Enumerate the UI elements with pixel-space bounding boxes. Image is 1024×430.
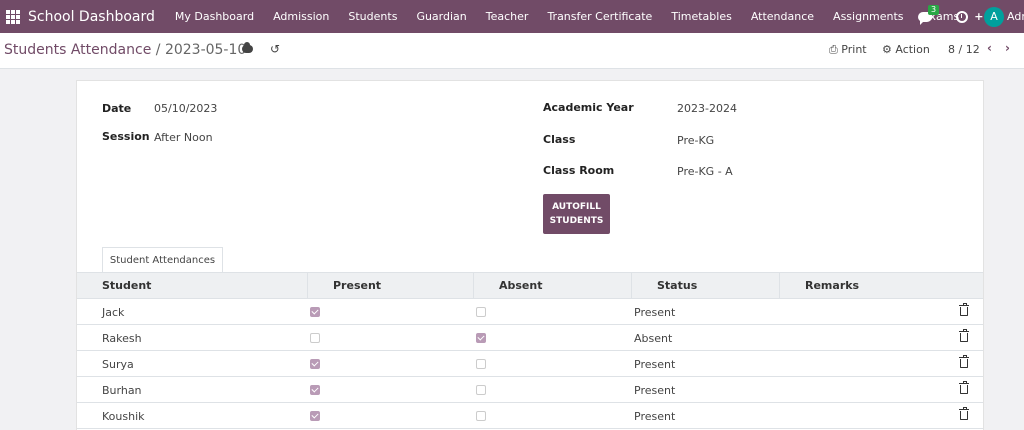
student-name-cell: Rakesh	[102, 332, 142, 345]
column-header-status[interactable]: Status	[632, 273, 780, 298]
class-label: Class	[543, 133, 576, 146]
table-row[interactable]: Koushik Present	[77, 403, 983, 429]
navbar-systray: 3 A Adm	[918, 0, 1024, 33]
apps-menu-icon[interactable]	[6, 9, 20, 24]
table-row[interactable]: Jack Present	[77, 299, 983, 325]
pager-previous-icon[interactable]: ‹	[987, 41, 992, 55]
absent-checkbox[interactable]	[476, 333, 486, 343]
menu-item-teacher[interactable]: Teacher	[486, 10, 529, 23]
class-room-field[interactable]: Pre-KG - A	[677, 165, 733, 178]
menu-item-guardian[interactable]: Guardian	[416, 10, 466, 23]
student-name-cell: Jack	[102, 306, 125, 319]
absent-checkbox[interactable]	[476, 307, 486, 317]
student-name-cell: Surya	[102, 358, 134, 371]
discard-undo-icon[interactable]: ↺	[270, 42, 280, 56]
absent-checkbox[interactable]	[476, 385, 486, 395]
top-navbar: School Dashboard My Dashboard Admission …	[0, 0, 1024, 33]
delete-row-trash-icon[interactable]	[959, 303, 969, 316]
print-label: Print	[841, 43, 867, 56]
save-cloud-icon[interactable]	[242, 42, 253, 53]
academic-year-label: Academic Year	[543, 101, 634, 114]
session-label: Session	[102, 130, 150, 143]
delete-row-trash-icon[interactable]	[959, 355, 969, 368]
table-row[interactable]: Burhan Present	[77, 377, 983, 403]
date-label: Date	[102, 102, 132, 115]
delete-row-trash-icon[interactable]	[959, 381, 969, 394]
status-cell: Present	[634, 384, 676, 397]
table-row[interactable]: Rakesh Absent	[77, 325, 983, 351]
column-header-student[interactable]: Student	[77, 273, 308, 298]
delete-row-trash-icon[interactable]	[959, 329, 969, 342]
class-field[interactable]: Pre-KG	[677, 134, 714, 147]
form-sheet: Date 05/10/2023 Session After Noon Acade…	[76, 80, 984, 430]
column-header-present[interactable]: Present	[308, 273, 474, 298]
student-name-cell: Burhan	[102, 384, 142, 397]
student-name-cell: Koushik	[102, 410, 145, 423]
status-cell: Present	[634, 358, 676, 371]
date-field[interactable]: 05/10/2023	[154, 102, 217, 115]
menu-item-timetables[interactable]: Timetables	[671, 10, 732, 23]
chat-count-badge: 3	[928, 4, 940, 15]
menu-item-attendance[interactable]: Attendance	[751, 10, 814, 23]
clock-icon[interactable]	[956, 10, 968, 23]
absent-checkbox[interactable]	[476, 411, 486, 421]
main-menu: My Dashboard Admission Students Guardian…	[175, 10, 1003, 23]
present-checkbox[interactable]	[310, 385, 320, 395]
menu-item-my-dashboard[interactable]: My Dashboard	[175, 10, 254, 23]
present-checkbox[interactable]	[310, 411, 320, 421]
table-row[interactable]: Surya Present	[77, 351, 983, 377]
user-name[interactable]: Adm	[1007, 10, 1024, 23]
session-field[interactable]: After Noon	[154, 131, 213, 144]
menu-item-transfer-certificate[interactable]: Transfer Certificate	[547, 10, 652, 23]
breadcrumb-parent[interactable]: Students Attendance	[4, 42, 151, 58]
academic-year-field[interactable]: 2023-2024	[677, 102, 737, 115]
breadcrumb-separator: /	[155, 42, 161, 58]
control-panel: Students Attendance / 2023-05-10 ↺ ⎙ Pri…	[0, 33, 1024, 69]
app-brand[interactable]: School Dashboard	[28, 9, 155, 25]
status-cell: Absent	[634, 332, 673, 345]
chat-icon[interactable]: 3	[918, 4, 940, 25]
print-button[interactable]: ⎙ Print	[829, 43, 867, 57]
avatar[interactable]: A	[984, 6, 1004, 27]
present-checkbox[interactable]	[310, 333, 320, 343]
delete-row-trash-icon[interactable]	[959, 407, 969, 420]
breadcrumb-current: 2023-05-10	[164, 42, 247, 58]
menu-item-students[interactable]: Students	[348, 10, 397, 23]
action-button[interactable]: ⚙ Action	[882, 43, 930, 56]
action-label: Action	[895, 43, 930, 56]
status-cell: Present	[634, 306, 676, 319]
pager-value[interactable]: 8 / 12	[948, 43, 980, 56]
autofill-students-button[interactable]: AUTOFILL STUDENTS	[543, 194, 610, 234]
absent-checkbox[interactable]	[476, 359, 486, 369]
class-room-label: Class Room	[543, 164, 615, 177]
column-header-remarks[interactable]: Remarks	[780, 273, 956, 298]
menu-item-admission[interactable]: Admission	[273, 10, 329, 23]
present-checkbox[interactable]	[310, 359, 320, 369]
present-checkbox[interactable]	[310, 307, 320, 317]
pager-next-icon[interactable]: ›	[1005, 41, 1010, 55]
tab-student-attendances[interactable]: Student Attendances	[102, 247, 223, 273]
status-cell: Present	[634, 410, 676, 423]
menu-item-assignments[interactable]: Assignments	[833, 10, 904, 23]
column-header-absent[interactable]: Absent	[474, 273, 632, 298]
table-header: Student Present Absent Status Remarks	[77, 272, 983, 299]
breadcrumb: Students Attendance / 2023-05-10	[4, 42, 246, 58]
